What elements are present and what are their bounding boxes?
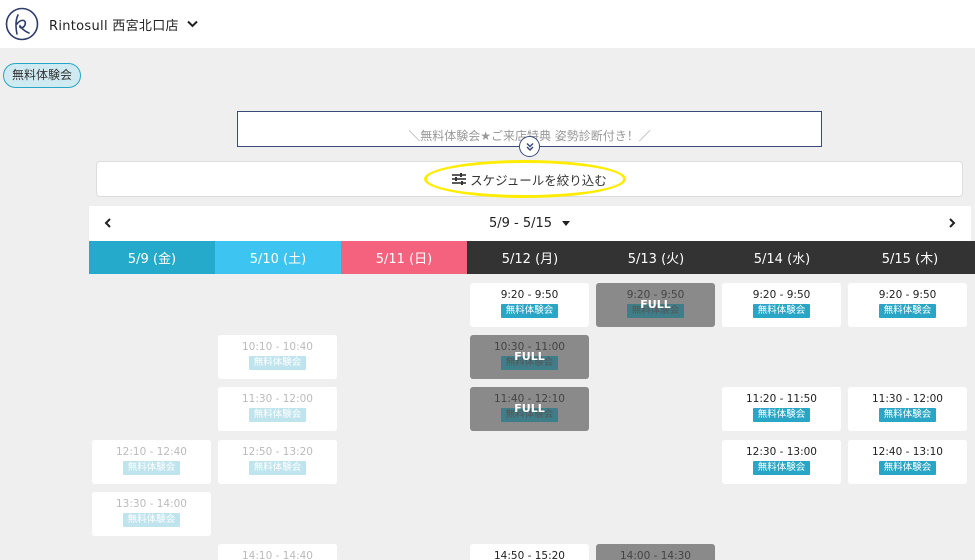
time-slot-open[interactable]: 11:20 - 11:50 無料体験会	[722, 387, 841, 432]
time-slot-past: 10:10 - 10:40 無料体験会	[218, 335, 337, 380]
slot-time: 9:20 - 9:50	[878, 289, 937, 301]
slot-badge: 無料体験会	[878, 460, 937, 475]
full-label: FULL	[514, 402, 545, 416]
time-slot-open[interactable]: 14:50 - 15:20無料体験会	[470, 544, 589, 560]
time-slot-full: 11:40 - 12:10 無料体験会 FULL	[470, 387, 589, 432]
full-label: FULL	[640, 298, 671, 311]
slot-badge: 無料体験会	[752, 304, 811, 318]
slot-badge: 無料体験会	[248, 460, 307, 475]
slot-badge: 無料体験会	[878, 304, 937, 318]
caret-down-icon	[562, 220, 571, 226]
free-trial-tag[interactable]: 無料体験会	[3, 63, 82, 88]
slot-time: 10:10 - 10:40	[242, 341, 313, 354]
filter-sliders-icon	[452, 173, 467, 185]
time-slot-open[interactable]: 12:30 - 13:00 無料体験会	[722, 439, 841, 484]
app-header: Rintosull 西宮北口店	[0, 0, 975, 48]
schedule-filter-button[interactable]: スケジュールを絞り込む	[96, 161, 963, 197]
time-slot-full: 10:30 - 11:00 無料体験会 FULL	[470, 335, 589, 380]
slot-badge: 無料体験会	[752, 408, 811, 423]
day-header-1: 5/9 (金)	[89, 241, 215, 274]
slot-time: 9:20 - 9:50	[752, 289, 811, 301]
slot-time: 11:20 - 11:50	[746, 393, 817, 406]
slot-badge: 無料体験会	[122, 512, 181, 527]
day-header-5: 5/13 (火)	[593, 241, 719, 274]
slot-time: 12:30 - 13:00	[746, 445, 817, 458]
time-slot-open[interactable]: 9:20 - 9:50 無料体験会	[848, 283, 967, 327]
time-slot-open[interactable]: 12:40 - 13:10 無料体験会	[848, 439, 967, 484]
chevron-down-icon[interactable]	[187, 18, 199, 30]
week-range-label: 5/9 - 5/15	[488, 216, 553, 231]
expand-banner-button[interactable]	[519, 136, 540, 157]
slot-badge: 無料体験会	[122, 460, 181, 475]
slot-badge: 無料体験会	[500, 304, 559, 318]
schedule-filter-label: スケジュールを絞り込む	[470, 172, 607, 188]
slot-time: 13:30 - 14:00	[116, 497, 187, 510]
time-slot-open[interactable]: 9:20 - 9:50 無料体験会	[722, 283, 841, 327]
slot-time: 12:40 - 13:10	[872, 445, 943, 458]
time-slot-past: 11:30 - 12:00 無料体験会	[218, 387, 337, 432]
time-slot-full: 9:20 - 9:50 無料体験会 FULL	[596, 283, 715, 327]
chevron-left-icon[interactable]	[101, 216, 115, 230]
week-navigator: 5/9 - 5/15	[89, 206, 971, 241]
time-slot-open[interactable]: 9:20 - 9:50 無料体験会	[470, 283, 589, 327]
store-name[interactable]: Rintosull 西宮北口店	[49, 15, 179, 34]
double-chevron-down-icon	[525, 142, 534, 151]
slot-badge: 無料体験会	[248, 408, 307, 423]
rintosull-logo-icon[interactable]	[5, 7, 39, 41]
time-slot-past: 12:50 - 13:20 無料体験会	[218, 439, 337, 484]
day-header-2: 5/10 (土)	[215, 241, 341, 274]
time-slot-past: 14:10 - 14:40無料体験会	[218, 544, 337, 560]
time-slot-full: 14:00 - 14:30無料体験会FULL	[596, 544, 715, 560]
time-slot-past: 12:10 - 12:40 無料体験会	[92, 439, 211, 484]
slot-time: 12:50 - 13:20	[242, 445, 313, 458]
day-header-6: 5/14 (水)	[719, 241, 845, 274]
chevron-right-icon[interactable]	[945, 216, 959, 230]
time-slot-open[interactable]: 11:30 - 12:00 無料体験会	[848, 387, 967, 432]
slot-time: 14:10 - 14:40	[242, 550, 313, 560]
slot-badge: 無料体験会	[752, 460, 811, 475]
slot-time: 12:10 - 12:40	[116, 445, 187, 458]
day-header-3: 5/11 (日)	[341, 241, 467, 274]
day-header-4: 5/12 (月)	[467, 241, 593, 274]
slot-time: 14:50 - 15:20	[494, 550, 565, 560]
full-label: FULL	[514, 350, 545, 364]
slot-time: 9:20 - 9:50	[500, 289, 559, 301]
time-slot-past: 13:30 - 14:00 無料体験会	[92, 491, 211, 536]
slot-time: 11:30 - 12:00	[872, 393, 943, 406]
week-selector[interactable]: 5/9 - 5/15	[489, 216, 571, 231]
slot-badge: 無料体験会	[878, 408, 937, 423]
day-header-7: 5/15 (木)	[845, 241, 975, 274]
slot-badge: 無料体験会	[248, 356, 307, 371]
slot-time: 11:30 - 12:00	[242, 393, 313, 406]
